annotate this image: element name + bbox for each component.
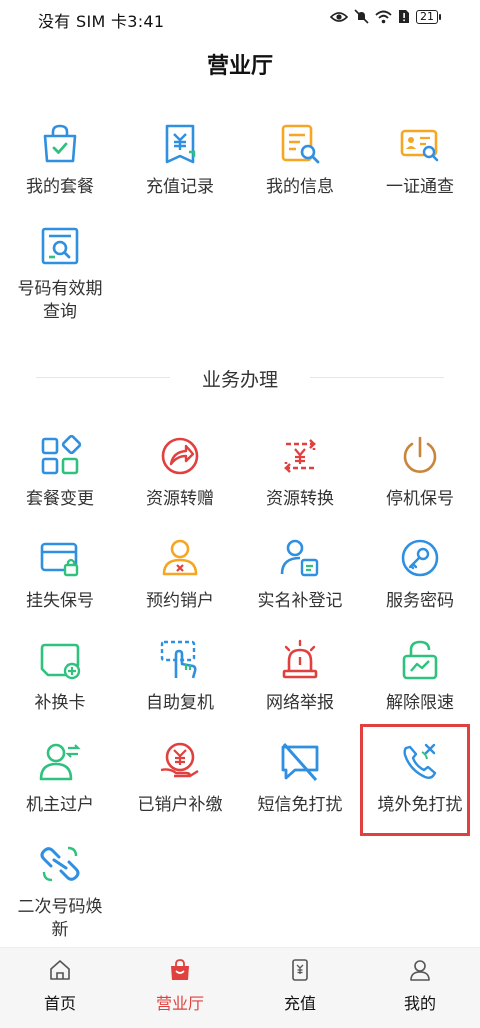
document-search-icon [281, 124, 320, 164]
service-label: 套餐变更 [26, 489, 94, 509]
user-icon [410, 960, 430, 981]
quick-item-label: 我的套餐 [26, 177, 94, 197]
shopping-bag-check-icon [43, 124, 77, 163]
service-label: 补换卡 [34, 693, 86, 713]
battery-indicator: 21 [416, 9, 441, 24]
service-resource-convert[interactable]: 资源转换 [240, 434, 360, 511]
key-icon [401, 539, 439, 577]
status-text: 没有 SIM 卡3:41 [38, 12, 165, 31]
service-realname-register[interactable]: 实名补登记 [240, 536, 360, 613]
service-label: 二次号码焕 新 [17, 897, 103, 940]
service-label: 停机保号 [386, 489, 454, 509]
nav-recharge[interactable]: 充值 [240, 958, 360, 1014]
quick-item-label: 我的信息 [266, 177, 334, 197]
grid-shapes-icon [41, 434, 82, 475]
yuan-receipt-icon [165, 124, 196, 164]
eye-icon [330, 11, 348, 22]
service-label: 资源转换 [266, 489, 334, 509]
service-label: 机主过户 [26, 795, 94, 815]
nav-business-hall[interactable]: 营业厅 [120, 958, 240, 1014]
page-title: 营业厅 [206, 54, 273, 79]
service-package-change[interactable]: 套餐变更 [0, 434, 120, 511]
service-label: 预约销户 [146, 591, 214, 611]
service-self-restore[interactable]: 自助复机 [120, 638, 240, 715]
service-label: 挂失保号 [26, 591, 94, 611]
service-report-loss[interactable]: 挂失保号 [0, 536, 120, 613]
yuan-hand-icon [160, 742, 199, 778]
service-label: 实名补登记 [257, 591, 343, 611]
service-network-report[interactable]: 网络举报 [240, 638, 360, 715]
nav-label: 我的 [403, 994, 436, 1013]
id-card-search-icon [400, 129, 439, 162]
share-arrow-icon [161, 437, 199, 475]
service-label: 服务密码 [386, 591, 454, 611]
power-icon [403, 436, 437, 473]
bottom-nav: 首页 营业厅 充值 我的 [0, 947, 480, 1028]
service-remove-speed-limit[interactable]: 解除限速 [360, 638, 480, 715]
sim-card-add-icon [40, 643, 81, 680]
bag-icon [171, 959, 189, 980]
service-password[interactable]: 服务密码 [360, 536, 480, 613]
user-transfer-icon [39, 743, 81, 781]
service-replace-card[interactable]: 补换卡 [0, 638, 120, 715]
service-owner-transfer[interactable]: 机主过户 [0, 740, 120, 817]
nav-home[interactable]: 首页 [0, 958, 120, 1014]
nav-mine[interactable]: 我的 [360, 958, 480, 1014]
service-number-renew[interactable]: 二次号码焕 新 [0, 842, 120, 942]
highlight-box [360, 724, 470, 836]
quick-item-my-package[interactable]: 我的套餐 [0, 122, 120, 199]
user-card-icon [280, 539, 319, 577]
unlock-chart-icon [402, 640, 438, 680]
service-cancel-account[interactable]: 预约销户 [120, 536, 240, 613]
service-label: 网络举报 [266, 693, 334, 713]
service-label: 资源转赠 [146, 489, 214, 509]
nav-label: 营业厅 [155, 994, 204, 1013]
status-icons: 21 [330, 9, 441, 24]
quick-item-label: 号码有效期 查询 [17, 279, 103, 322]
section-title: 业务办理 [201, 369, 278, 391]
link-refresh-icon [40, 846, 80, 882]
nav-label: 充值 [283, 994, 316, 1013]
card-lock-icon [40, 542, 79, 577]
sim-alert-icon [399, 10, 409, 23]
nav-label: 首页 [43, 994, 76, 1013]
recharge-icon [292, 959, 308, 981]
divider-right [310, 377, 444, 378]
service-closed-account-payment[interactable]: 已销户补缴 [120, 740, 240, 817]
service-label: 解除限速 [386, 693, 454, 713]
service-label: 短信免打扰 [257, 795, 343, 815]
quick-item-number-validity[interactable]: 号码有效期 查询 [0, 224, 120, 324]
service-label: 自助复机 [146, 693, 214, 713]
status-bar: 没有 SIM 卡3:41 21 [0, 0, 480, 36]
mute-bell-icon [354, 9, 369, 24]
quick-item-label: 充值记录 [146, 177, 214, 197]
number-search-icon [41, 227, 79, 265]
quick-item-my-info[interactable]: 我的信息 [240, 122, 360, 199]
alarm-light-icon [282, 639, 318, 679]
service-suspend-keep[interactable]: 停机保号 [360, 434, 480, 511]
quick-item-label: 一证通查 [386, 177, 454, 197]
quick-item-recharge-record[interactable]: 充值记录 [120, 122, 240, 199]
service-sms-dnd[interactable]: 短信免打扰 [240, 740, 360, 817]
service-label: 已销户补缴 [137, 795, 223, 815]
quick-item-id-check[interactable]: 一证通查 [360, 122, 480, 199]
touch-hand-icon [160, 640, 197, 679]
message-block-icon [281, 743, 319, 781]
wifi-icon [375, 10, 392, 23]
home-icon [50, 960, 70, 980]
service-resource-gift[interactable]: 资源转赠 [120, 434, 240, 511]
user-cancel-icon [162, 539, 198, 576]
yuan-exchange-icon [284, 439, 316, 473]
